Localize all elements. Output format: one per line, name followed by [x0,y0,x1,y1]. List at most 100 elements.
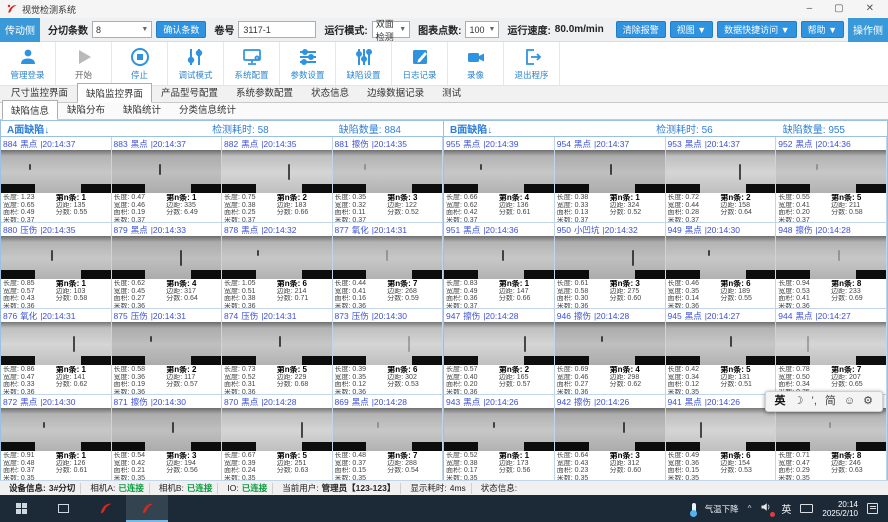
defect-image[interactable] [112,236,222,279]
defect-image[interactable] [666,408,776,451]
defect-image[interactable] [112,322,222,365]
defect-tile[interactable]: 953 黑点 |20:14:37 长度: 0.72 宽度: 0.44 面积: 0… [666,137,777,223]
defect-tile[interactable]: 869 黑点 |20:14:28 长度: 0.48 宽度: 0.37 面积: 0… [333,395,444,481]
minimize-icon[interactable]: – [807,0,813,18]
ime-simplified-icon[interactable]: 简 [825,391,836,412]
defect-tile[interactable]: 880 压伤 |20:14:35 长度: 0.85 宽度: 0.57 面积: 0… [1,223,112,309]
view-menu-button[interactable]: 视图 ▼ [670,21,713,38]
defect-tile[interactable]: 941 黑点 |20:14:26 长度: 0.49 宽度: 0.36 面积: 0… [666,395,777,481]
user-button[interactable]: 管理登录 [0,42,56,85]
defect-tile[interactable]: 942 擦伤 |20:14:26 长度: 0.64 宽度: 0.43 面积: 0… [555,395,666,481]
defect-tile[interactable]: 884 黑点 |20:14:37 长度: 1.23 宽度: 0.65 面积: 0… [1,137,112,223]
defect-tile[interactable]: 944 黑点 |20:14:27 长度: 0.78 宽度: 0.50 面积: 0… [776,309,887,395]
defect-tile[interactable]: 949 黑点 |20:14:30 长度: 0.46 宽度: 0.35 面积: 0… [666,223,777,309]
defect-image[interactable] [333,408,443,451]
defect-tile[interactable]: 951 黑点 |20:14:36 长度: 0.83 宽度: 0.49 面积: 0… [444,223,555,309]
defect-image[interactable] [776,236,886,279]
defect-image[interactable] [1,236,111,279]
ime-lang-toggle[interactable]: 英 [775,391,786,412]
main-tab-1[interactable]: 缺陷监控界面 [77,83,152,103]
defect-image[interactable] [666,236,776,279]
defect-tile[interactable]: 947 擦伤 |20:14:28 长度: 0.57 宽度: 0.40 面积: 0… [444,309,555,395]
action-center-icon[interactable] [867,503,878,514]
stop-button[interactable]: 停止 [112,42,168,85]
quick-access-menu-button[interactable]: 数据快捷访问 ▼ [717,21,796,38]
defect-tile[interactable]: 946 擦伤 |20:14:28 长度: 0.69 宽度: 0.46 面积: 0… [555,309,666,395]
sliders-v-button[interactable]: 缺陷设置 [336,42,392,85]
start-button[interactable] [0,495,42,522]
defect-image[interactable] [333,322,443,365]
defect-image[interactable] [333,236,443,279]
defect-image[interactable] [555,236,665,279]
defect-image[interactable] [1,322,111,365]
defect-tile[interactable]: 955 黑点 |20:14:39 长度: 0.66 宽度: 0.62 面积: 0… [444,137,555,223]
defect-tile[interactable]: 950 小凹坑 |20:14:32 长度: 0.61 宽度: 0.58 面积: … [555,223,666,309]
drive-side-button[interactable]: 传动侧 [0,18,40,42]
play-button[interactable]: 开始 [56,42,112,85]
weather-thermometer-icon[interactable] [692,503,696,515]
exit-button[interactable]: 退出程序 [504,42,560,85]
defect-image[interactable] [222,236,332,279]
defect-image[interactable] [112,408,222,451]
ime-symbol-icon[interactable]: ’, [811,391,817,412]
defect-tile[interactable]: 881 擦伤 |20:14:35 长度: 0.35 宽度: 0.32 面积: 0… [333,137,444,223]
main-tab-5[interactable]: 边缘数据记录 [358,82,433,102]
sub-tab-0[interactable]: 缺陷信息 [2,100,58,120]
defect-image[interactable] [1,150,111,193]
task-view-button[interactable] [42,495,84,522]
defect-tile[interactable]: 879 黑点 |20:14:33 长度: 0.62 宽度: 0.45 面积: 0… [112,223,223,309]
ime-moon-icon[interactable]: ☽ [794,391,804,412]
defect-image[interactable] [444,150,554,193]
sub-tab-3[interactable]: 分类信息统计 [170,99,245,119]
defect-tile[interactable]: 878 黑点 |20:14:32 长度: 1.05 宽度: 0.51 面积: 0… [222,223,333,309]
camera-button[interactable]: 录像 [448,42,504,85]
main-tab-4[interactable]: 状态信息 [302,82,358,102]
maximize-icon[interactable]: ▢ [834,0,843,18]
defect-image[interactable] [555,322,665,365]
defect-image[interactable] [444,236,554,279]
defect-image[interactable] [222,408,332,451]
clock[interactable]: 20:142025/2/10 [822,500,858,518]
defect-tile[interactable]: 882 黑点 |20:14:35 长度: 0.75 宽度: 0.38 面积: 0… [222,137,333,223]
touch-keyboard-icon[interactable] [800,504,813,513]
defect-tile[interactable]: 945 黑点 |20:14:27 长度: 0.42 宽度: 0.34 面积: 0… [666,309,777,395]
defect-image[interactable] [555,408,665,451]
defect-tile[interactable]: 883 黑点 |20:14:37 长度: 0.47 宽度: 0.46 面积: 0… [112,137,223,223]
defect-image[interactable] [555,150,665,193]
defect-image[interactable] [112,150,222,193]
volume-icon[interactable] [760,501,772,516]
defect-image[interactable] [666,150,776,193]
defect-tile[interactable]: 948 擦伤 |20:14:28 长度: 0.94 宽度: 0.53 面积: 0… [776,223,887,309]
defect-image[interactable] [666,322,776,365]
sliders-h-button[interactable]: 参数设置 [280,42,336,85]
defect-tile[interactable]: 876 氧化 |20:14:31 长度: 0.86 宽度: 0.47 面积: 0… [1,309,112,395]
defect-tile[interactable]: 870 黑点 |20:14:28 长度: 0.67 宽度: 0.39 面积: 0… [222,395,333,481]
defect-tile[interactable]: 874 压伤 |20:14:31 长度: 0.73 宽度: 0.52 面积: 0… [222,309,333,395]
defect-tile[interactable]: 875 压伤 |20:14:31 长度: 0.58 宽度: 0.36 面积: 0… [112,309,223,395]
defect-tile[interactable]: 873 压伤 |20:14:30 长度: 0.39 宽度: 0.35 面积: 0… [333,309,444,395]
ime-settings-icon[interactable]: ⚙ [863,391,873,412]
defect-image[interactable] [222,322,332,365]
run-mode-select[interactable]: 双面检测▼ [372,21,410,38]
tray-expand-icon[interactable]: ^ [748,504,752,513]
defect-image[interactable] [776,150,886,193]
defect-tile[interactable]: 871 擦伤 |20:14:30 长度: 0.54 宽度: 0.42 面积: 0… [112,395,223,481]
running-app-button[interactable] [126,495,168,522]
roll-number-input[interactable]: 3117-1 [238,21,316,38]
tune-button[interactable]: 调试模式 [168,42,224,85]
defect-tile[interactable]: 943 黑点 |20:14:26 长度: 0.52 宽度: 0.38 面积: 0… [444,395,555,481]
defect-tile[interactable]: 952 黑点 |20:14:36 长度: 0.55 宽度: 0.41 面积: 0… [776,137,887,223]
defect-image[interactable] [222,150,332,193]
defect-image[interactable] [444,322,554,365]
main-tab-6[interactable]: 测试 [433,82,470,102]
confirm-count-button[interactable]: 确认条数 [156,21,206,38]
ime-emoji-icon[interactable]: ☺ [844,391,855,412]
defect-image[interactable] [1,408,111,451]
log-button[interactable]: 日志记录 [392,42,448,85]
defect-tile[interactable]: 877 氧化 |20:14:31 长度: 0.44 宽度: 0.41 面积: 0… [333,223,444,309]
monitor-button[interactable]: 系统配置 [224,42,280,85]
close-icon[interactable]: ✕ [866,0,874,18]
pinned-app-button[interactable] [84,495,126,522]
operation-side-button[interactable]: 操作侧 [848,18,888,42]
chart-points-select[interactable]: 100▼ [465,21,499,38]
